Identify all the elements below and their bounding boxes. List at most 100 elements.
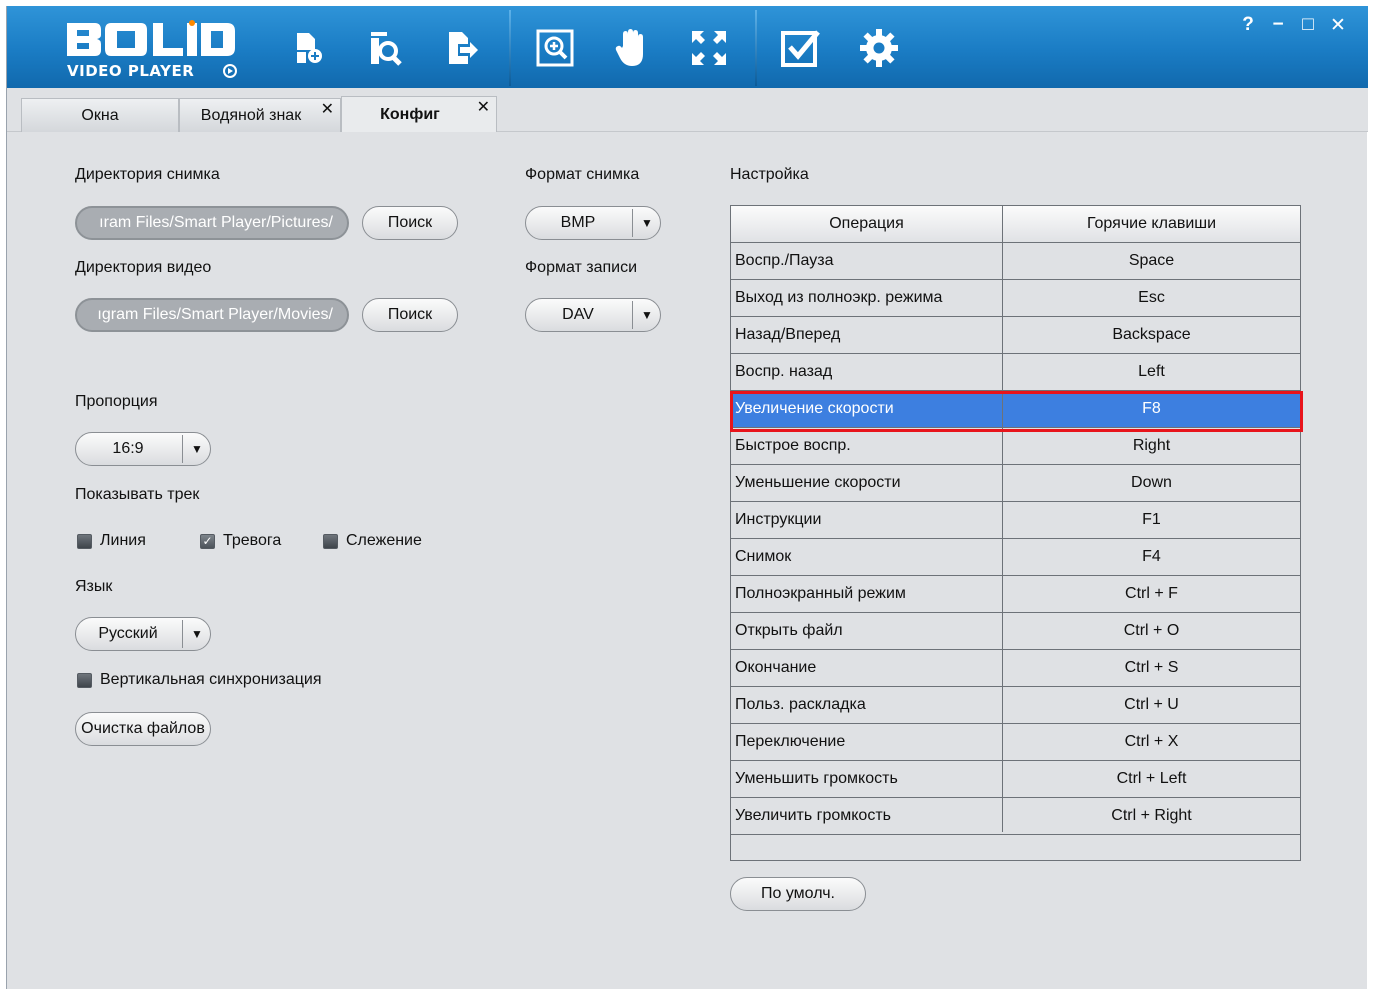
export-icon[interactable] [435,20,491,76]
help-button[interactable]: ? [1240,14,1256,37]
table-row[interactable]: Переключение Ctrl + X [731,724,1300,761]
record-format-value: DAV [562,306,594,323]
snapshot-format-label: Формат снимка [525,166,640,183]
alarm-checkbox[interactable]: ✓ Тревога [200,532,281,550]
search-file-icon[interactable] [357,20,413,76]
logo-subtitle: VIDEO PLAYER [67,62,195,80]
hand-icon[interactable] [603,20,659,76]
fullscreen-icon[interactable] [681,20,737,76]
language-select[interactable]: Русский ▼ [75,617,211,651]
tab-config[interactable]: Конфиг ✕ [341,96,497,132]
default-button[interactable]: По умолч. [730,877,866,911]
hotkey-cell[interactable]: F8 [1003,391,1300,427]
operation-cell: Переключение [735,733,846,750]
hotkey-cell[interactable]: Ctrl + S [1003,650,1300,686]
table-row[interactable]: Инструкции F1 [731,502,1300,539]
close-button[interactable]: ✕ [1330,14,1346,37]
table-row[interactable]: Открыть файл Ctrl + O [731,613,1300,650]
record-format-label: Формат записи [525,259,638,276]
column-header-hotkeys[interactable]: Горячие клавиши [1003,206,1300,242]
chevron-down-icon: ▼ [191,627,203,641]
checkbox-label: Вертикальная синхронизация [100,671,322,688]
checkbox-box [323,533,338,549]
table-row[interactable]: Снимок F4 [731,539,1300,576]
table-row[interactable]: Увеличить громкость Ctrl + Right [731,798,1300,835]
table-row[interactable]: Окончание Ctrl + S [731,650,1300,687]
hotkey-cell[interactable]: Ctrl + Left [1003,761,1300,797]
table-row[interactable]: Воспр. назад Left [731,354,1300,391]
operation-cell: Польз. раскладка [735,696,866,713]
hotkey-cell[interactable]: Space [1003,243,1300,279]
language-value: Русский [98,625,158,642]
close-tab-icon[interactable]: ✕ [477,97,490,117]
minimize-button[interactable]: − [1270,14,1286,37]
snapshot-format-select[interactable]: BMP ▼ [525,206,661,240]
vsync-checkbox[interactable]: Вертикальная синхронизация [77,671,322,689]
toolbar-separator [509,10,511,86]
hotkey-cell[interactable]: F1 [1003,502,1300,538]
operation-cell: Воспр./Пауза [735,252,834,269]
operation-cell: Инструкции [735,511,822,528]
ratio-label: Пропорция [75,393,158,410]
table-row[interactable]: Назад/Вперед Backspace [731,317,1300,354]
logo-wordmark [67,20,235,56]
table-row[interactable]: Уменьшить громкость Ctrl + Left [731,761,1300,798]
logo-play-icon [223,64,237,78]
tab-watermark[interactable]: Водяной знак ✕ [179,98,341,132]
table-row[interactable]: Воспр./Пауза Space [731,243,1300,280]
table-row[interactable]: Полноэкранный режим Ctrl + F [731,576,1300,613]
video-search-button[interactable]: Поиск [362,298,458,332]
line-checkbox[interactable]: Линия [77,532,146,550]
hotkey-cell[interactable]: Esc [1003,280,1300,316]
clear-files-button[interactable]: Очистка файлов [75,712,211,746]
operation-cell: Увеличение скорости [735,400,894,417]
checkmark-icon: ✓ [200,533,215,549]
open-file-icon[interactable] [281,20,337,76]
column-header-operation[interactable]: Операция [731,206,1002,242]
hotkey-cell[interactable]: Down [1003,465,1300,501]
checklist-icon[interactable] [773,20,829,76]
table-row[interactable]: Уменьшение скорости Down [731,465,1300,502]
video-dir-field[interactable]: ıgram Files/Smart Player/Movies/ [75,298,349,332]
snapshot-search-button[interactable]: Поиск [362,206,458,240]
operation-cell: Быстрое воспр. [735,437,851,454]
zoom-icon[interactable] [527,20,583,76]
maximize-button[interactable]: □ [1300,14,1316,37]
hotkey-cell[interactable]: F4 [1003,539,1300,575]
snapshot-format-value: BMP [560,214,596,231]
table-row[interactable]: Увеличение скорости F8 [731,391,1300,428]
video-dir-label: Директория видео [75,259,212,276]
operation-cell: Воспр. назад [735,363,833,380]
hotkey-cell[interactable]: Ctrl + F [1003,576,1300,612]
hotkey-cell[interactable]: Left [1003,354,1300,390]
column-divider [1002,206,1003,832]
window-controls: ? − □ ✕ [1240,14,1346,37]
hotkey-cell[interactable]: Ctrl + U [1003,687,1300,723]
settings-icon[interactable] [851,20,907,76]
hotkey-cell[interactable]: Right [1003,428,1300,464]
app-window: VIDEO PLAYER ? − □ ✕ Окна Водяной знак ✕… [6,6,1368,989]
chevron-down-icon: ▼ [641,308,653,322]
tab-windows[interactable]: Окна [21,98,179,132]
tab-label: Окна [81,106,119,124]
checkbox-box [77,533,92,549]
record-format-select[interactable]: DAV ▼ [525,298,661,332]
table-row[interactable]: Быстрое воспр. Right [731,428,1300,465]
tracking-checkbox[interactable]: Слежение [323,532,422,550]
hotkey-cell[interactable]: Ctrl + X [1003,724,1300,760]
bolid-logo: VIDEO PLAYER [65,20,241,80]
table-row[interactable]: Выход из полноэкр. режима Esc [731,280,1300,317]
operation-cell: Открыть файл [735,622,843,639]
tab-bar: Окна Водяной знак ✕ Конфиг ✕ [7,88,1368,132]
snapshot-dir-field[interactable]: ıram Files/Smart Player/Pictures/ [75,206,349,240]
hotkey-cell[interactable]: Ctrl + O [1003,613,1300,649]
hotkey-cell[interactable]: Backspace [1003,317,1300,353]
settings-label: Настройка [730,166,809,183]
ratio-select[interactable]: 16:9 ▼ [75,432,211,466]
table-row[interactable]: Польз. раскладка Ctrl + U [731,687,1300,724]
tab-label: Водяной знак [200,106,302,124]
operation-cell: Снимок [735,548,792,565]
close-tab-icon[interactable]: ✕ [321,99,334,119]
hotkey-cell[interactable]: Ctrl + Right [1003,798,1300,834]
snapshot-dir-label: Директория снимка [75,166,220,183]
